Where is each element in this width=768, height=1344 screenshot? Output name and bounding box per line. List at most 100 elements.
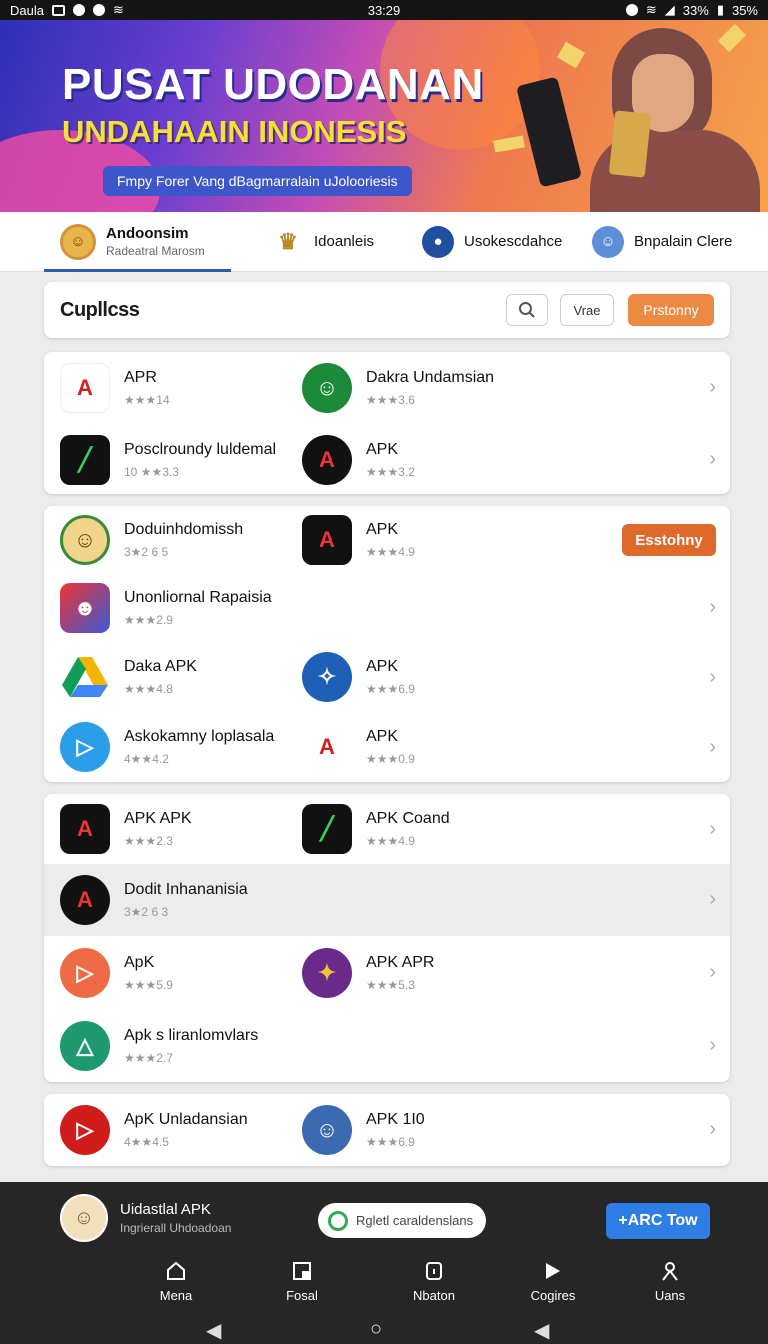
tab-sublabel: Radeatral Marosm	[106, 244, 205, 258]
app-rating: 4★★4.2	[124, 752, 169, 766]
chevron-right-icon[interactable]: ›	[709, 736, 716, 759]
search-button[interactable]	[506, 294, 548, 326]
wifi-icon-right: ≋	[645, 2, 657, 17]
list-item[interactable]: A APK ★★★4.9	[302, 506, 415, 574]
nav-cogires[interactable]: Cogires	[508, 1260, 598, 1303]
nav-uans[interactable]: Uans	[625, 1260, 715, 1303]
list-row[interactable]: A APR ★★★14 ☺ Dakra Undamsian ★★★3.6 ›	[44, 352, 730, 424]
list-item[interactable]: ✦ APK APR ★★★5.3	[302, 936, 434, 1010]
app-icon	[92, 4, 105, 16]
app-name: APK APR	[366, 954, 435, 971]
app-name: APK	[366, 728, 399, 745]
app-rating: 3★2 6 5	[124, 545, 169, 559]
list-row[interactable]: △ Apk s liranlomvlars ★★★2.7 ›	[44, 1010, 730, 1082]
search-icon	[519, 302, 535, 318]
app-name: APK 1I0	[366, 1111, 425, 1128]
status-bar: Daula ≋ 33:29 ≋ ◢ 33% ▮ 35%	[0, 0, 768, 20]
list-item[interactable]: A APK ★★★3.2	[302, 424, 415, 496]
app-name: Askokamny loplasala	[124, 728, 275, 745]
list-row[interactable]: ☺ Doduinhdomissh 3★2 6 5 A APK ★★★4.9 Esst…	[44, 506, 730, 574]
chevron-right-icon[interactable]: ›	[709, 448, 716, 471]
cta-button[interactable]: +ARC Tow	[606, 1203, 710, 1239]
chevron-right-icon[interactable]: ›	[709, 666, 716, 689]
trophy-icon: ♛	[272, 223, 304, 260]
battery-icon: ▮	[716, 2, 724, 17]
list-row[interactable]: ▷ ApK ★★★5.9 ✦ APK APR ★★★5.3 ›	[44, 936, 730, 1010]
banner-subtitle: UNDAHAAIN INONESIS	[62, 114, 407, 149]
mascot-avatar-icon: ☺	[60, 1194, 108, 1242]
tab-usokescdahce[interactable]: ● Usokescdahce	[422, 212, 562, 272]
app-rating: ★★★5.9	[124, 978, 173, 992]
app-name: APR	[124, 369, 157, 386]
chevron-right-icon[interactable]: ›	[709, 818, 716, 841]
list-row[interactable]: ☻ Unonliornal Rapaisia ★★★2.9 ›	[44, 574, 730, 642]
list-item[interactable]: ☺ Doduinhdomissh 3★2 6 5	[60, 506, 243, 574]
bottom-navigation: Mena Fosal Nbaton Cogires Uans	[0, 1260, 768, 1306]
section-title: Cupllcss	[60, 298, 140, 321]
app-list-section: ☺ Doduinhdomissh 3★2 6 5 A APK ★★★4.9 Esst…	[44, 506, 730, 782]
primary-action-button[interactable]: Prstonny	[628, 294, 714, 326]
app-name: Unonliornal Rapaisia	[124, 589, 272, 606]
list-item[interactable]: ☺ Dakra Undamsian ★★★3.6	[302, 352, 494, 424]
list-item[interactable]: ▷ ApK ★★★5.9	[60, 936, 173, 1010]
banner-title: PUSAT UDODANAN	[62, 60, 484, 109]
clock: 33:29	[367, 2, 401, 18]
app-rating: ★★★3.6	[366, 393, 415, 407]
tab-bnpalain-clere[interactable]: ☺ Bnpalain Clere	[592, 212, 732, 272]
list-item[interactable]: Daka APK ★★★4.8	[60, 642, 197, 712]
recents-icon[interactable]: ◀	[534, 1318, 549, 1343]
list-item[interactable]: ╱ Posclroundy luldemal 10 ★★3.3	[60, 424, 276, 496]
promo-banner[interactable]: ☺ Uidastlal APK Ingrierall Uhdoadoan	[60, 1194, 231, 1242]
home-circle-icon[interactable]: ○	[370, 1318, 382, 1341]
app-list-section: ▷ ApK Unladansian 4★★4.5 ☺ APK 1I0 ★★★6.9 …	[44, 1094, 730, 1166]
drive-icon	[60, 652, 110, 702]
phone-illustration	[516, 76, 582, 188]
list-item[interactable]: ☻ Unonliornal Rapaisia ★★★2.9	[60, 574, 272, 642]
list-item[interactable]: A APK ★★★0.9	[302, 712, 415, 782]
list-item[interactable]: A Dodit Inhananisia 3★2 6 3	[60, 864, 248, 936]
bridge-logo-icon: ╱	[302, 804, 352, 854]
list-row[interactable]: A Dodit Inhananisia 3★2 6 3 ›	[44, 864, 730, 936]
hero-banner[interactable]: PUSAT UDODANAN UNDAHAAIN INONESIS Fmpy F…	[0, 20, 768, 212]
app-name: Dodit Inhananisia	[124, 881, 248, 898]
chevron-right-icon[interactable]: ›	[709, 961, 716, 984]
app-list-section: A APK APK ★★★2.3 ╱ APK Coand ★★★4.9 › A Do…	[44, 794, 730, 1082]
chevron-right-icon[interactable]: ›	[709, 1034, 716, 1057]
list-row[interactable]: ╱ Posclroundy luldemal 10 ★★3.3 A APK ★★★3…	[44, 424, 730, 496]
search-pill[interactable]: Rgletl caraldenslans	[318, 1203, 486, 1238]
nav-nbaton[interactable]: Nbaton	[389, 1260, 479, 1303]
list-item[interactable]: A APK APK ★★★2.3	[60, 794, 192, 864]
play-icon: ▷	[60, 722, 110, 772]
app-rating: ★★★6.9	[366, 1135, 415, 1149]
back-icon[interactable]: ◀	[206, 1318, 221, 1343]
list-item[interactable]: ╱ APK Coand ★★★4.9	[302, 794, 450, 864]
apk-logo-icon: A	[302, 722, 352, 772]
card-illustration	[608, 110, 652, 178]
list-row[interactable]: Daka APK ★★★4.8 ✧ APK ★★★6.9 ›	[44, 642, 730, 712]
list-item[interactable]: ☺ APK 1I0 ★★★6.9	[302, 1094, 425, 1166]
tab-idoanleis[interactable]: ♛ Idoanleis	[272, 212, 374, 272]
list-row[interactable]: ▷ ApK Unladansian 4★★4.5 ☺ APK 1I0 ★★★6.9 …	[44, 1094, 730, 1166]
chevron-right-icon[interactable]: ›	[709, 596, 716, 619]
tab-andoonsim[interactable]: ☺ Andoonsim Radeatral Marosm	[44, 212, 231, 272]
list-item[interactable]: ▷ ApK Unladansian 4★★4.5	[60, 1094, 248, 1166]
avatar-icon: ☺	[60, 515, 110, 565]
list-row[interactable]: A APK APK ★★★2.3 ╱ APK Coand ★★★4.9 ›	[44, 794, 730, 864]
list-item[interactable]: A APR ★★★14	[60, 352, 170, 424]
app-rating: 10 ★★3.3	[124, 465, 179, 479]
install-button[interactable]: Esstohny	[622, 524, 716, 556]
chevron-right-icon[interactable]: ›	[709, 1118, 716, 1141]
nav-home[interactable]: Mena	[131, 1260, 221, 1303]
list-item[interactable]: ✧ APK ★★★6.9	[302, 642, 415, 712]
chevron-right-icon[interactable]: ›	[709, 888, 716, 911]
app-rating: 3★2 6 3	[124, 905, 169, 919]
chevron-right-icon[interactable]: ›	[709, 376, 716, 399]
list-item[interactable]: △ Apk s liranlomvlars ★★★2.7	[60, 1010, 258, 1082]
list-item[interactable]: ▷ Askokamny loplasala 4★★4.2	[60, 712, 274, 782]
nav-fosal[interactable]: Fosal	[257, 1260, 347, 1303]
filter-button[interactable]: Vrae	[560, 294, 614, 326]
home-icon	[167, 1261, 185, 1280]
apk-logo-icon: A	[60, 875, 110, 925]
list-row[interactable]: ▷ Askokamny loplasala 4★★4.2 A APK ★★★0.9 …	[44, 712, 730, 782]
banner-tagline: Fmpy Forer Vang dBagmarralain uJoloories…	[103, 166, 412, 196]
